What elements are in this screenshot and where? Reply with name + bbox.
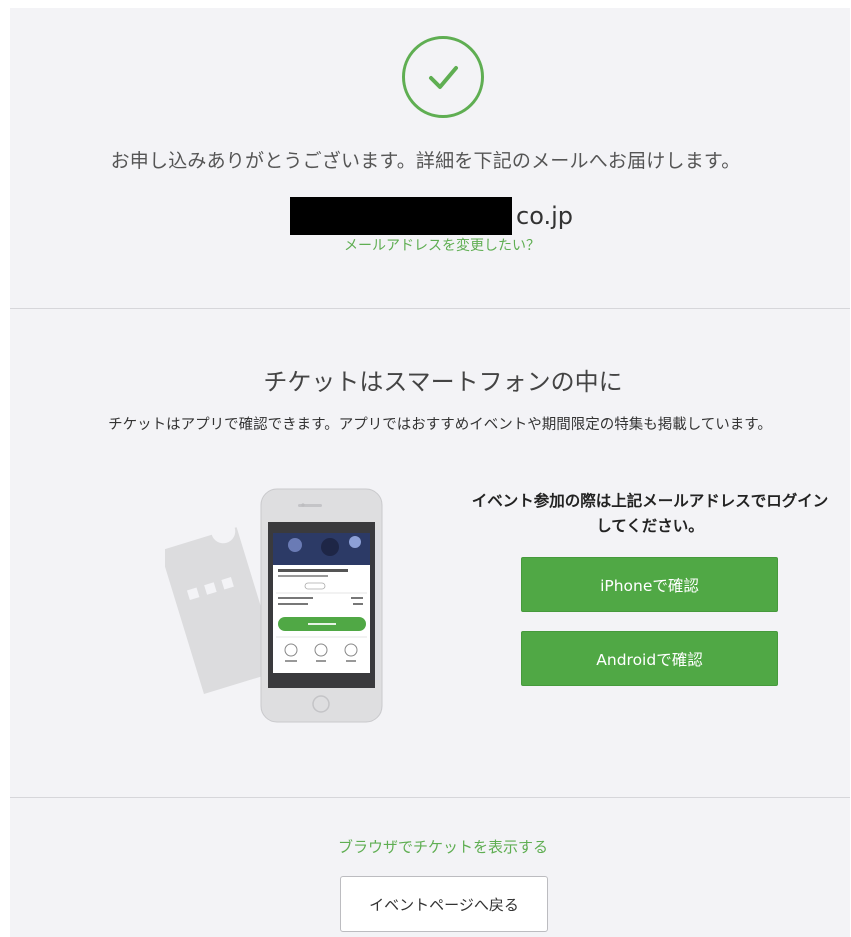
back-to-event-page-button[interactable]: イベントページへ戻る bbox=[340, 876, 548, 932]
iphone-confirm-button[interactable]: iPhoneで確認 bbox=[521, 557, 778, 612]
redacted-email-block bbox=[290, 197, 512, 235]
change-email-link[interactable]: メールアドレスを変更したい？ bbox=[344, 238, 540, 254]
thank-you-message: お申し込みありがとうございます。詳細を下記のメールへお届けします。 bbox=[110, 150, 741, 172]
registered-email: co.jp bbox=[290, 197, 573, 235]
app-section-title: チケットはスマートフォンの中に bbox=[263, 368, 623, 396]
login-instruction: イベント参加の際は上記メールアドレスでログインしてください。 bbox=[471, 492, 829, 535]
email-domain-suffix: co.jp bbox=[516, 202, 573, 230]
android-confirm-button[interactable]: Androidで確認 bbox=[521, 631, 778, 686]
change-email-container: メールアドレスを変更したい？ bbox=[0, 235, 851, 255]
section-divider bbox=[10, 797, 850, 798]
browser-link-container: ブラウザでチケットを表示する bbox=[0, 836, 851, 857]
smartphone-icon bbox=[260, 488, 383, 723]
app-section-description: チケットはアプリで確認できます。アプリではおすすめイベントや期間限定の特集も掲載… bbox=[108, 417, 772, 433]
view-ticket-in-browser-link[interactable]: ブラウザでチケットを表示する bbox=[338, 838, 548, 856]
success-check-icon bbox=[402, 36, 484, 118]
app-illustration bbox=[165, 488, 383, 723]
section-divider bbox=[10, 308, 850, 309]
